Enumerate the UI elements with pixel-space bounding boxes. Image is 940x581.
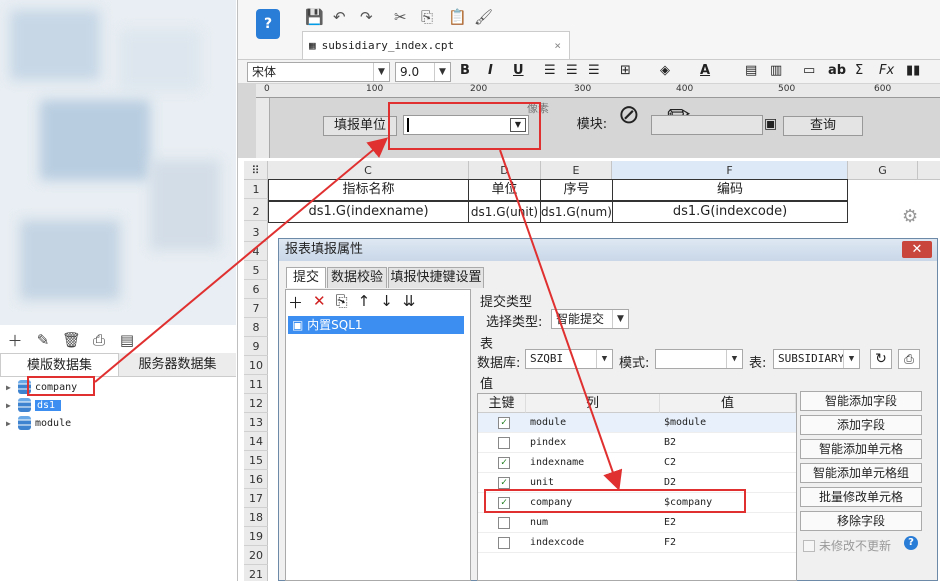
arrow-to-company-row — [499, 149, 623, 491]
arrow-to-combo — [94, 137, 389, 383]
annotation-arrows — [94, 137, 623, 491]
